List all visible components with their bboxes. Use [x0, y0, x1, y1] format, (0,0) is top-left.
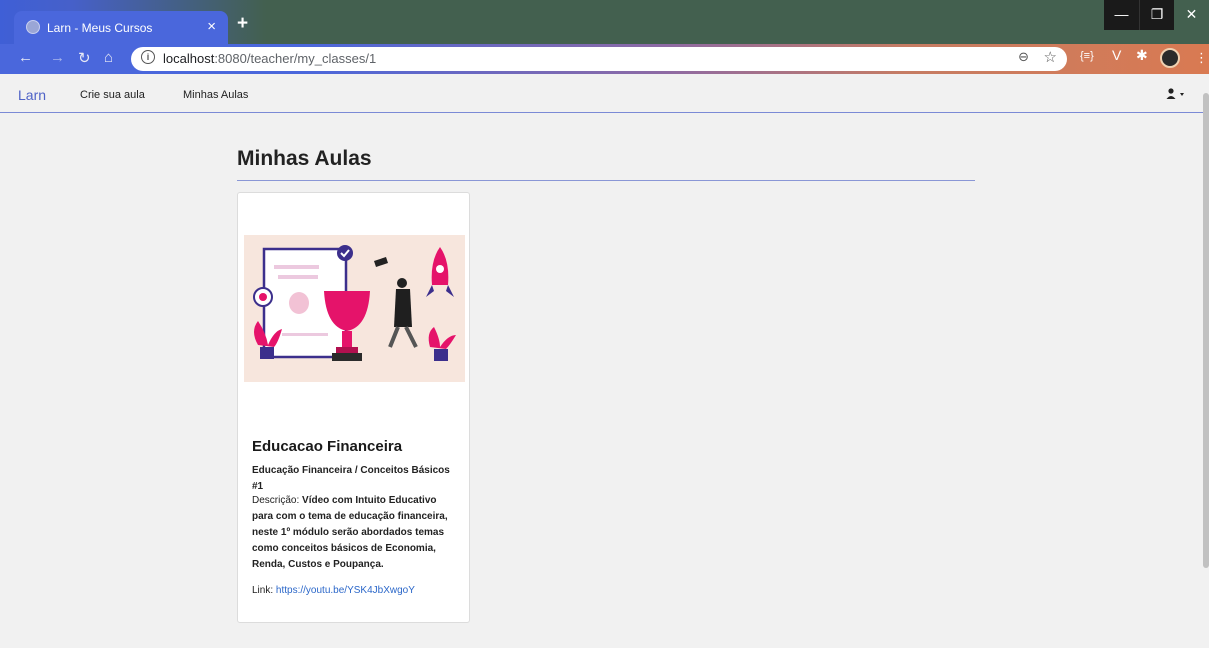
class-subtitle: Educação Financeira / Conceitos Básicos …	[252, 465, 450, 492]
bookmark-star-icon[interactable]: ☆	[1044, 48, 1057, 66]
class-title: Educacao Financeira	[252, 438, 403, 455]
close-window-button[interactable]: ✕	[1174, 0, 1209, 30]
back-arrow-icon[interactable]: ←	[18, 49, 33, 66]
class-description: Descrição: Vídeo com Intuito Educativo p…	[252, 493, 457, 573]
home-icon[interactable]: ⌂	[104, 49, 113, 66]
brand-link[interactable]: Larn	[18, 87, 46, 103]
browser-tab[interactable]: Larn - Meus Cursos ×	[14, 11, 228, 44]
browser-tab-bar: Larn - Meus Cursos × + — ❐ ✕	[0, 0, 1209, 44]
zoom-icon[interactable]: ⊖	[1018, 49, 1029, 65]
globe-icon	[26, 20, 40, 34]
class-thumbnail	[244, 235, 465, 382]
vue-extension-icon[interactable]: V	[1112, 47, 1121, 63]
window-controls: — ❐ ✕	[1104, 0, 1209, 30]
json-extension-icon[interactable]: {≡}	[1080, 50, 1094, 62]
maximize-button[interactable]: ❐	[1139, 0, 1174, 30]
puzzle-extension-icon[interactable]: ✱	[1136, 47, 1148, 64]
address-bar[interactable]: i localhost:8080/teacher/my_classes/1 ⊖ …	[131, 47, 1067, 71]
reload-icon[interactable]: ↻	[78, 49, 91, 67]
class-link-row: Link: https://youtu.be/YSK4JbXwgoY	[252, 585, 415, 596]
browser-menu-icon[interactable]: ⋮	[1195, 50, 1208, 66]
profile-avatar[interactable]	[1160, 48, 1180, 68]
page-title: Minhas Aulas	[237, 147, 372, 170]
site-navbar: Larn Crie sua aula Minhas Aulas	[0, 78, 1209, 113]
nav-link-create-class[interactable]: Crie sua aula	[80, 89, 145, 101]
minimize-button[interactable]: —	[1104, 0, 1139, 30]
title-divider	[237, 180, 975, 181]
new-tab-button[interactable]: +	[237, 13, 248, 35]
nav-link-my-classes[interactable]: Minhas Aulas	[183, 89, 248, 101]
forward-arrow-icon[interactable]: →	[50, 49, 65, 66]
tab-title: Larn - Meus Cursos	[47, 21, 153, 35]
url-text[interactable]: localhost:8080/teacher/my_classes/1	[163, 51, 376, 66]
class-card: Educacao Financeira Educação Financeira …	[237, 192, 470, 623]
tab-close-icon[interactable]: ×	[207, 18, 216, 35]
class-video-link[interactable]: https://youtu.be/YSK4JbXwgoY	[276, 585, 415, 596]
description-text: Vídeo com Intuito Educativo para com o t…	[252, 495, 448, 570]
page-scrollbar[interactable]	[1203, 93, 1209, 568]
description-label: Descrição:	[252, 495, 300, 506]
user-menu-icon[interactable]	[1166, 88, 1186, 103]
link-label: Link:	[252, 585, 274, 596]
site-info-icon[interactable]: i	[141, 50, 155, 64]
